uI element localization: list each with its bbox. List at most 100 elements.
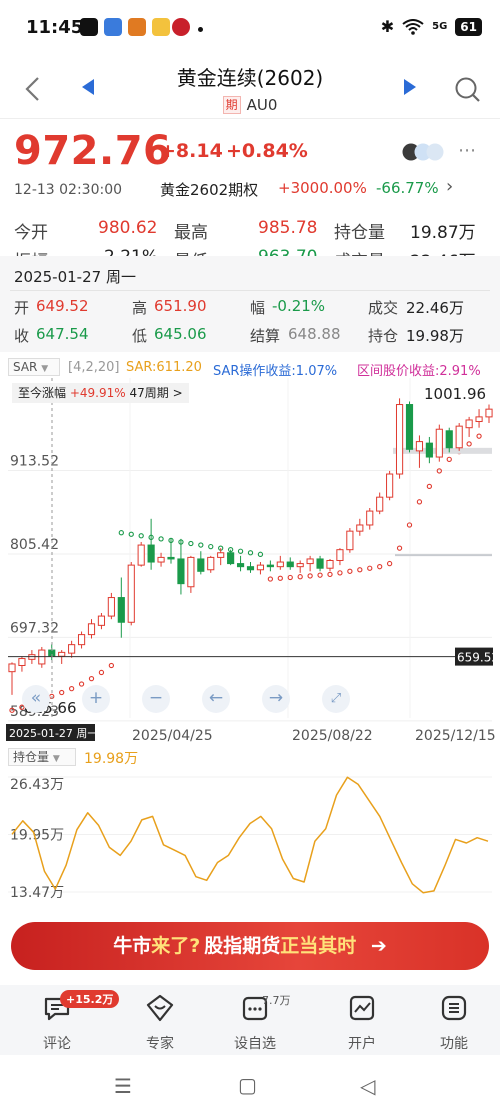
functions-icon <box>441 995 467 1021</box>
candle-body <box>415 441 424 452</box>
open-account-icon <box>349 995 375 1021</box>
sar-point <box>357 567 363 573</box>
banner-part3: 股指期货 <box>204 935 281 957</box>
sar-point <box>327 571 333 578</box>
more-icon[interactable]: ⋯ <box>458 140 476 161</box>
back-nav-icon[interactable]: ◁ <box>360 1074 375 1098</box>
oi-y-tick-label: 19.95万 <box>10 828 64 844</box>
candle-body <box>316 558 324 569</box>
candle-body <box>405 404 414 450</box>
candle-body <box>177 558 185 585</box>
sar-point <box>377 564 383 570</box>
gain-periods: 47周期 > <box>129 386 183 400</box>
pan-left-icon[interactable]: ← <box>202 685 230 713</box>
sar-point <box>198 542 204 548</box>
fullscreen-icon[interactable]: ⤢ <box>322 685 350 713</box>
candlestick-chart[interactable]: 913.52805.42697.32589.23659.521001.96615… <box>0 378 500 744</box>
sar-point <box>88 675 95 682</box>
candle-body <box>376 496 384 512</box>
oi-label: 持仓量 <box>334 223 385 243</box>
sar-point <box>386 560 393 567</box>
nav-add-watchlist-label: 设自选 <box>234 1036 276 1052</box>
chevron-right-icon[interactable]: › <box>446 176 453 197</box>
status-bar: 11:45 ✱ 5G 61 <box>0 0 500 56</box>
zoom-out-icon[interactable]: − <box>142 685 170 713</box>
sar-point <box>98 669 105 676</box>
candle-body <box>77 634 86 646</box>
bluetooth-icon: ✱ <box>380 17 395 36</box>
crosshair-price: 659.52 <box>457 651 499 665</box>
candle-body <box>386 473 394 498</box>
tiktok-icon <box>80 18 98 36</box>
user-avatars[interactable] <box>402 142 452 162</box>
indicator-params[interactable]: [4,2,20] <box>68 360 120 375</box>
subchart-select[interactable]: 持仓量 ▼ <box>8 748 76 766</box>
sar-point <box>267 576 274 582</box>
indicator-select[interactable]: SAR ▼ <box>8 358 60 376</box>
panel-divider <box>10 290 490 291</box>
nav-expert[interactable]: 专家 <box>120 993 200 1053</box>
candle-body <box>167 556 175 560</box>
sar-point <box>118 530 124 536</box>
sar-point <box>297 574 303 580</box>
panel-close-label: 收 <box>14 327 30 345</box>
sar-point <box>188 540 194 547</box>
candle-body <box>435 428 443 458</box>
sar-value: SAR:611.20 <box>126 360 202 375</box>
candle-body <box>465 419 473 429</box>
rewind-icon[interactable]: « <box>22 685 50 713</box>
panel-oi-label: 持仓 <box>368 327 399 345</box>
nav-functions[interactable]: 功能 <box>414 993 494 1053</box>
promo-banner[interactable]: 牛市来了? 股指期货正当其时 ➔ <box>11 922 489 970</box>
contract-code: 期 AU0 <box>0 96 500 114</box>
candle-body <box>445 430 453 449</box>
indicator-select-value: SAR <box>13 360 38 374</box>
banner-part2: 来了? <box>151 935 201 957</box>
pan-right-icon[interactable]: → <box>262 685 290 713</box>
sar-point <box>158 536 164 542</box>
candle-body <box>207 556 215 571</box>
option-name[interactable]: 黄金2602期权 <box>160 179 258 200</box>
nav-open-account[interactable]: 开户 <box>322 993 402 1053</box>
home-icon[interactable]: ▢ <box>238 1073 257 1097</box>
search-icon[interactable] <box>452 74 482 104</box>
candle-body <box>346 530 354 551</box>
gain-label: 至今涨幅 <box>18 386 67 400</box>
candle-body <box>455 425 463 449</box>
arrow-right-icon: ➔ <box>370 935 387 957</box>
panel-amp-value: -0.21% <box>272 297 326 315</box>
candle-body <box>87 623 96 636</box>
contract-code-text: AU0 <box>246 96 278 114</box>
candle-body <box>97 615 106 626</box>
open-interest-chart[interactable]: 26.43万19.95万13.47万 <box>0 768 500 900</box>
app-root: 11:45 ✱ 5G 61 黄金连续(2602) 期 AU0 972.76 +8.… <box>0 0 500 1117</box>
candle-body <box>246 566 255 571</box>
max-price-label: 1001.96 <box>424 385 486 403</box>
futures-tag: 期 <box>222 96 241 114</box>
comment-count-badge: +15.2万 <box>60 990 120 1008</box>
panel-open-label: 开 <box>14 299 30 317</box>
sar-point <box>426 483 433 490</box>
sar-point <box>367 565 373 571</box>
open-label: 今开 <box>14 223 48 243</box>
panel-close-value: 647.54 <box>36 325 89 343</box>
sar-point <box>396 545 403 551</box>
chevron-down-icon: ▼ <box>41 364 49 374</box>
sar-point <box>347 568 353 574</box>
watchlist-count: 7.7万 <box>262 994 291 1007</box>
last-price: 972.76 <box>14 128 172 174</box>
quote-time: 12-13 02:30:00 <box>14 182 123 198</box>
y-tick-label: 913.52 <box>10 453 59 469</box>
header-divider <box>0 118 500 119</box>
panel-high-value: 651.90 <box>154 297 207 315</box>
candle-body <box>117 597 125 623</box>
panel-vol-label: 成交 <box>368 299 399 317</box>
recent-apps-icon[interactable]: ☰ <box>114 1074 132 1098</box>
sar-point <box>138 533 144 539</box>
candle-body <box>227 552 235 565</box>
gain-since-box[interactable]: 至今涨幅 +49.91% 47周期 > <box>12 383 189 403</box>
chevron-down-icon: ▼ <box>52 754 60 764</box>
zoom-in-icon[interactable]: + <box>82 685 110 713</box>
sar-point <box>287 574 293 581</box>
next-contract-icon[interactable] <box>402 78 418 96</box>
